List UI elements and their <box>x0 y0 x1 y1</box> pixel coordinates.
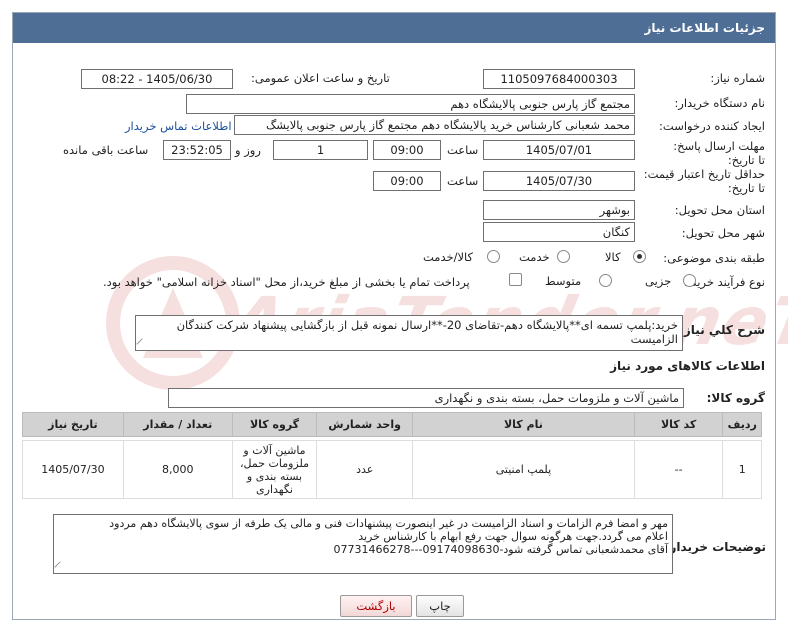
announce-value: 1405/06/30 - 08:22 <box>81 69 233 89</box>
buyer-org-value: مجتمع گاز پارس جنوبی پالایشگاه دهم <box>186 94 635 114</box>
cell-group: ماشین آلات و ملزومات حمل، بسته بندی و نگ… <box>231 440 318 499</box>
announce-label: تاریخ و ساعت اعلان عمومی: <box>251 71 390 85</box>
process-option-minor: جزیی <box>645 274 672 288</box>
province-value: بوشهر <box>483 200 635 220</box>
description-label: شرح کلي نياز: <box>679 323 765 337</box>
category-radio-service[interactable] <box>557 250 570 263</box>
need-number-label: شماره نیاز: <box>710 71 765 85</box>
cell-code: -- <box>633 440 724 499</box>
cell-row-number: 1 <box>722 440 762 499</box>
category-option-service: خدمت <box>519 250 550 264</box>
process-radio-minor[interactable] <box>683 274 696 287</box>
creator-value: محمد شعبانی کارشناس خرید پالایشگاه دهم م… <box>234 115 635 135</box>
category-radio-goods-service[interactable] <box>487 250 500 263</box>
items-table: ردیف کد کالا نام کالا واحد شمارش گروه کا… <box>22 412 762 499</box>
description-textarea: خرید:پلمپ تسمه ای**پالایشگاه دهم-تقاضای … <box>135 315 683 351</box>
category-option-goods: کالا <box>605 250 621 264</box>
buyer-notes-line: آقای محمدشعبانی تماس گرفته شود-091740986… <box>333 543 668 556</box>
deadline-time-label: ساعت <box>447 143 479 157</box>
treasury-payment-checkbox[interactable] <box>509 273 522 286</box>
process-radio-medium[interactable] <box>599 274 612 287</box>
creator-label: ایجاد کننده درخواست: <box>659 119 765 133</box>
province-label: استان محل تحویل: <box>674 203 765 217</box>
deadline-time-value: 09:00 <box>373 140 441 160</box>
col-header-unit: واحد شمارش <box>316 412 414 437</box>
col-header-row-number: ردیف <box>722 412 762 437</box>
process-type-label: نوع فرآیند خرید : <box>683 275 765 289</box>
goods-info-title: اطلاعات کالاهای مورد نیاز <box>610 359 765 373</box>
buyer-notes-line: مهر و امضا فرم الزامات و اسناد الزامیست … <box>109 517 668 530</box>
category-radio-goods[interactable] <box>633 250 646 263</box>
validity-label: حداقل تاریخ اعتبار قیمت: تا تاریخ: <box>643 167 765 195</box>
col-header-need-date: تاریخ نیاز <box>22 412 124 437</box>
remaining-time-value: 23:52:05 <box>163 140 231 160</box>
print-button[interactable]: چاپ <box>416 595 464 617</box>
resize-handle-icon[interactable] <box>54 561 66 573</box>
deadline-date-value: 1405/07/01 <box>483 140 635 160</box>
goods-group-value: ماشین آلات و ملزومات حمل، بسته بندی و نگ… <box>168 388 684 408</box>
goods-group-label: گروه کالا: <box>706 391 765 405</box>
category-option-goods-service: کالا/خدمت <box>423 250 474 264</box>
deadline-label: مهلت ارسال پاسخ: تا تاریخ: <box>673 139 765 167</box>
category-label: طبقه بندی موضوعی: <box>663 251 765 265</box>
validity-time-label: ساعت <box>447 174 479 188</box>
cell-unit: عدد <box>316 440 414 499</box>
contact-info-link[interactable]: اطلاعات تماس خریدار <box>125 119 232 133</box>
days-remaining-value: 1 <box>273 140 368 160</box>
city-label: شهر محل تحویل: <box>681 226 765 240</box>
treasury-payment-note: پرداخت تمام یا بخشی از مبلغ خرید،از محل … <box>103 275 470 289</box>
need-number-value: 1105097684000303 <box>483 69 635 89</box>
cell-need-date: 1405/07/30 <box>22 440 124 499</box>
city-value: کنگان <box>483 222 635 242</box>
description-text: خرید:پلمپ تسمه ای**پالایشگاه دهم-تقاضای … <box>176 318 678 346</box>
remaining-time-label: ساعت باقی مانده <box>63 143 149 157</box>
col-header-code: کد کالا <box>633 412 724 437</box>
cell-name: پلمپ امنیتی <box>412 440 635 499</box>
table-row: 1 -- پلمپ امنیتی عدد ماشین آلات و ملزوما… <box>22 440 762 499</box>
back-button[interactable]: بازگشت <box>340 595 412 617</box>
col-header-group: گروه کالا <box>231 412 318 437</box>
validity-time-value: 09:00 <box>373 171 441 191</box>
buyer-notes-line: اعلام می گردد.جهت هرگونه سوال جهت رفع اب… <box>358 530 668 543</box>
cell-quantity: 8,000 <box>122 440 233 499</box>
col-header-name: نام کالا <box>412 412 635 437</box>
resize-handle-icon[interactable] <box>136 338 148 350</box>
buyer-notes-textarea: مهر و امضا فرم الزامات و اسناد الزامیست … <box>53 514 673 574</box>
table-header-row: ردیف کد کالا نام کالا واحد شمارش گروه کا… <box>22 412 762 437</box>
buyer-org-label: نام دستگاه خریدار: <box>674 96 765 110</box>
validity-date-value: 1405/07/30 <box>483 171 635 191</box>
process-option-medium: متوسط <box>545 274 582 288</box>
days-label: روز و <box>235 143 261 157</box>
col-header-quantity: تعداد / مقدار <box>122 412 233 437</box>
panel-header: جزئیات اطلاعات نیاز <box>13 13 775 43</box>
buyer-notes-label: توضیحات خریدار: <box>664 540 766 554</box>
